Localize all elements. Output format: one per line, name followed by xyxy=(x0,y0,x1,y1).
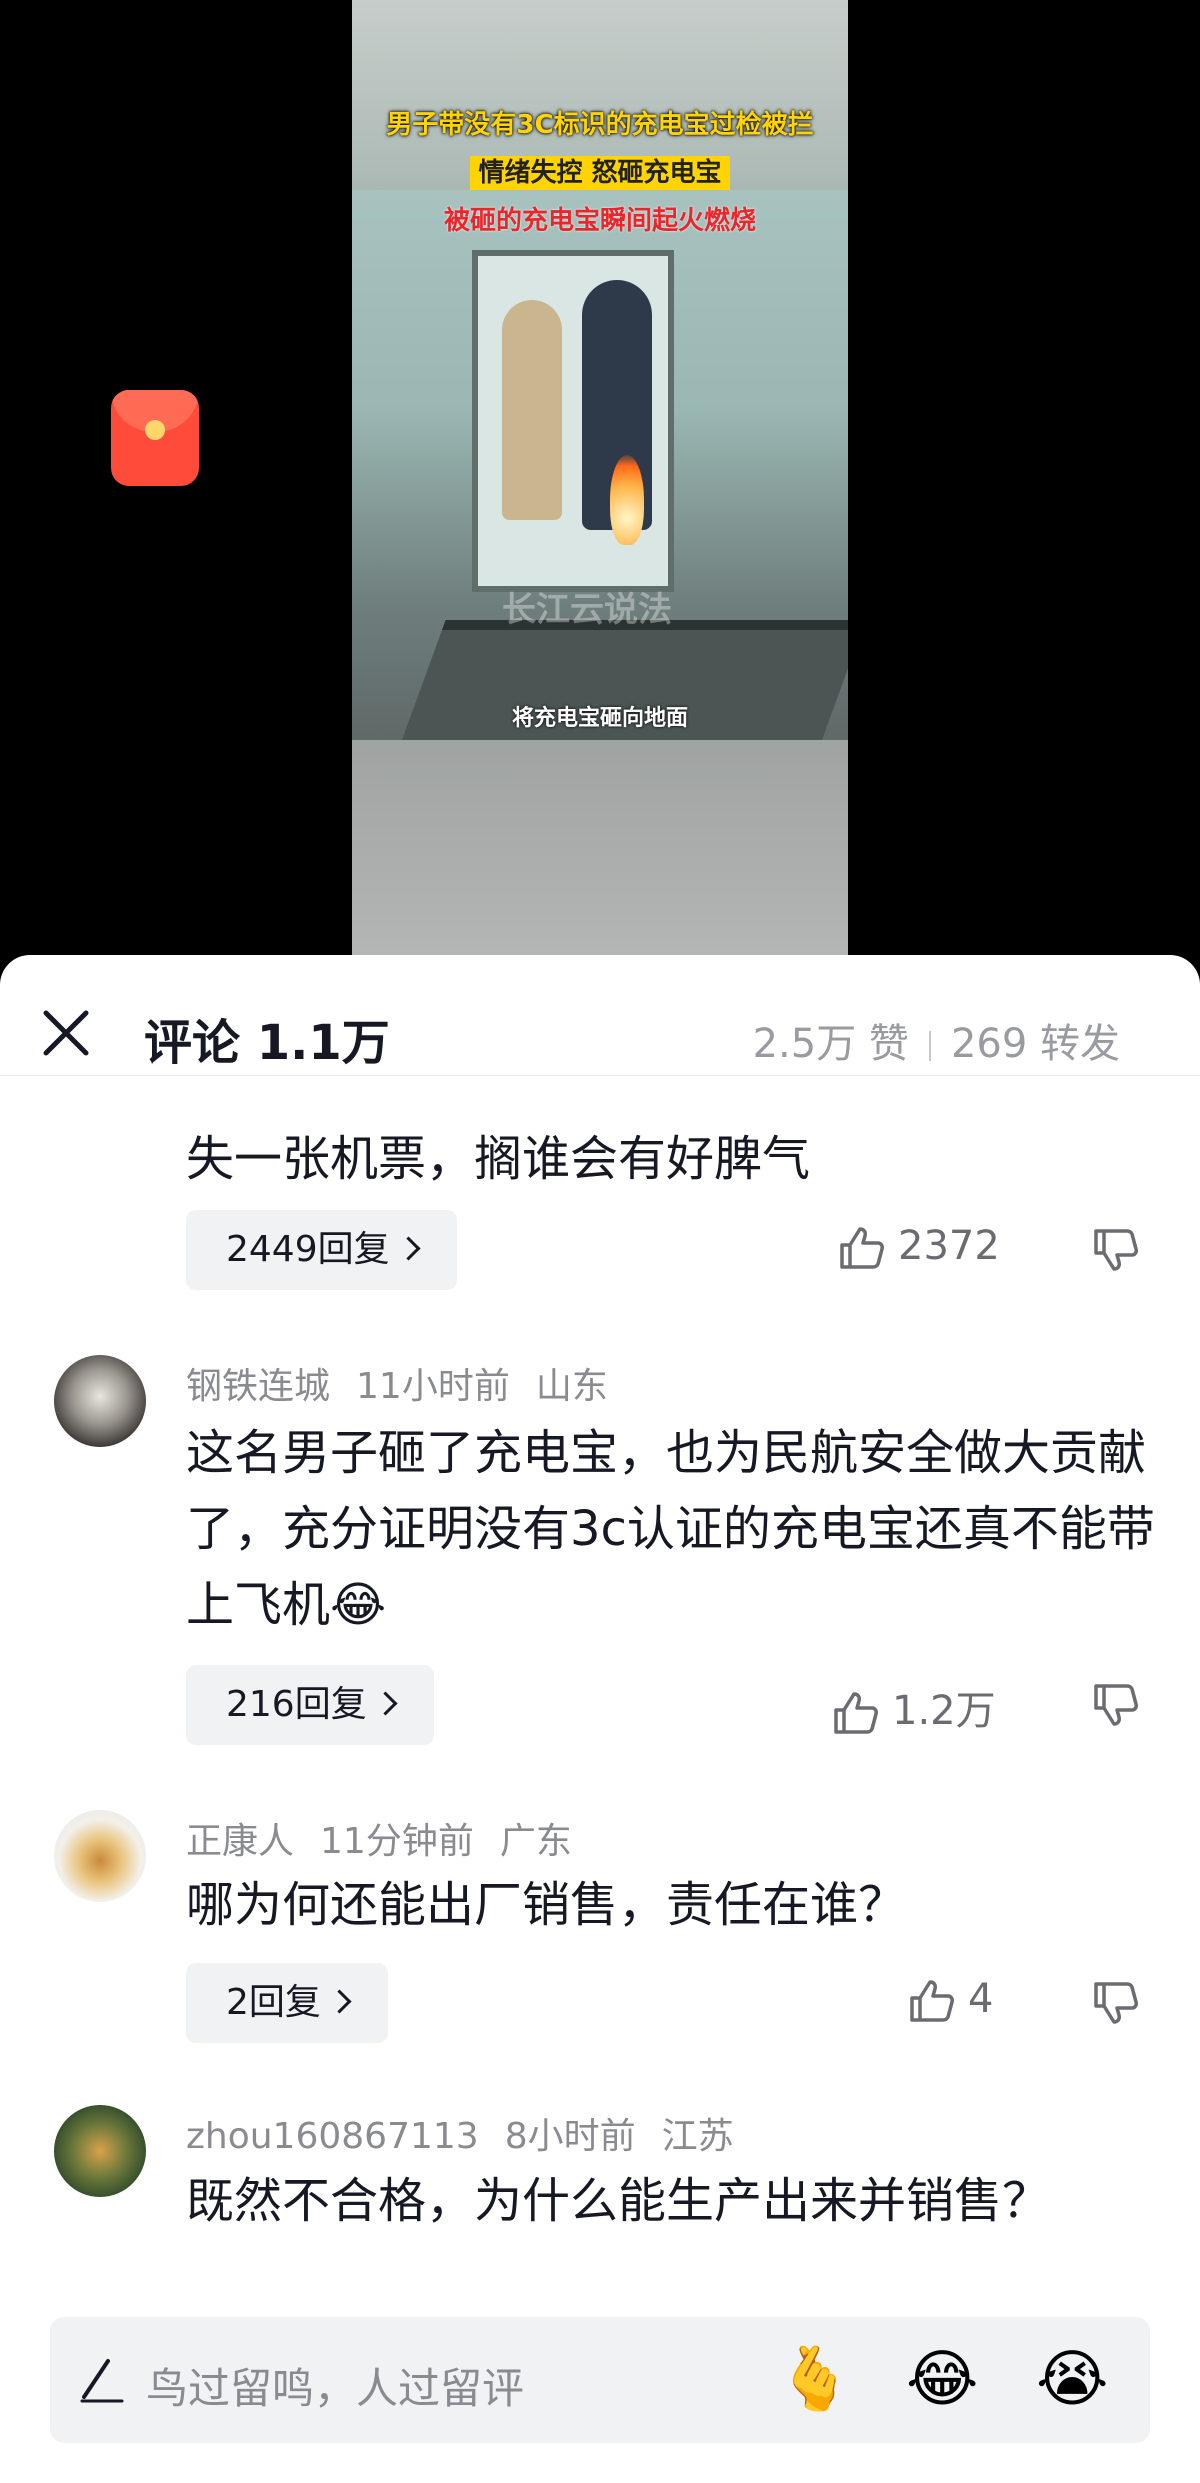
red-packet-coin xyxy=(145,420,165,440)
crying-emoji-icon[interactable]: 😭 xyxy=(1036,2343,1108,2415)
like-button[interactable]: 1.2万 xyxy=(830,1678,996,1738)
comment-text: 这名男子砸了充电宝，也为民航安全做大贡献了，充分证明没有3c认证的充电宝还真不能… xyxy=(186,1425,1155,1633)
video-caption-1: 男子带没有3C标识的充电宝过检被拦 xyxy=(386,110,814,140)
fire xyxy=(610,455,644,545)
video-player[interactable]: 男子带没有3C标识的充电宝过检被拦 情绪失控 怒砸充电宝 被砸的充电宝瞬间起火燃… xyxy=(0,0,1200,955)
reply-button[interactable]: 2449回复 xyxy=(186,1210,457,1290)
like-button[interactable]: 4 xyxy=(906,1976,993,2026)
avatar[interactable] xyxy=(54,1810,146,1902)
comment-header: 评论 1.1万 2.5万 赞 269 转发 xyxy=(0,955,1200,1076)
comment-location: 广东 xyxy=(499,1821,572,1862)
reply-label: 216回复 xyxy=(226,1684,367,1725)
finger-heart-emoji-icon[interactable]: 🫰 xyxy=(776,2343,853,2415)
avatar[interactable] xyxy=(54,2105,146,2197)
comment-text: 哪为何还能出厂销售，责任在谁？ xyxy=(186,1877,907,1933)
reply-label: 2回复 xyxy=(226,1982,321,2023)
comment-meta: zhou160867113 8小时前 江苏 xyxy=(186,2107,760,2159)
video-subtitle: 将充电宝砸向地面 xyxy=(511,706,688,731)
scene-person xyxy=(502,300,562,520)
username[interactable]: 钢铁连城 xyxy=(186,1366,330,1407)
chevron-right-icon xyxy=(373,1690,398,1716)
video-frame[interactable]: 男子带没有3C标识的充电宝过检被拦 情绪失控 怒砸充电宝 被砸的充电宝瞬间起火燃… xyxy=(352,0,848,955)
comment-sheet: 评论 1.1万 2.5万 赞 269 转发 失一张机票，搁谁会有好脾气 2449回… xyxy=(0,955,1200,2483)
red-packet-icon[interactable] xyxy=(111,390,199,486)
like-button[interactable]: 2372 xyxy=(836,1223,1000,1273)
comment-input-placeholder[interactable]: 鸟过留鸣，人过留评 xyxy=(146,2355,524,2416)
comment-meta: 钢铁连城 11小时前 山东 xyxy=(186,1357,634,1409)
username[interactable]: zhou160867113 xyxy=(186,2116,479,2157)
video-caption-2-text: 情绪失控 怒砸充电宝 xyxy=(470,156,730,190)
video-bottom xyxy=(352,740,848,955)
like-count: 2372 xyxy=(898,1223,1000,1269)
avatar[interactable] xyxy=(54,1355,146,1447)
video-watermark: 长江云说法 xyxy=(502,590,672,630)
username[interactable]: 正康人 xyxy=(186,1821,294,1862)
video-scene xyxy=(352,190,848,750)
close-icon[interactable] xyxy=(38,1005,94,1061)
comment-time: 8小时前 xyxy=(504,2116,636,2157)
like-count: 1.2万 xyxy=(892,1688,996,1734)
thumbs-up-icon xyxy=(840,1227,884,1269)
thumbs-up-icon xyxy=(834,1692,878,1734)
pen-icon xyxy=(80,2359,124,2403)
comment-input-bar[interactable]: 鸟过留鸣，人过留评 🫰 😂 😭 xyxy=(50,2317,1150,2443)
reply-label: 2449回复 xyxy=(226,1229,390,1270)
comment-time: 11分钟前 xyxy=(320,1821,474,1862)
stats-divider xyxy=(928,1031,931,1061)
comment-location: 江苏 xyxy=(661,2116,734,2157)
comment-text: 失一张机票，搁谁会有好脾气 xyxy=(186,1131,811,1187)
chevron-right-icon xyxy=(396,1235,421,1261)
reply-button[interactable]: 2回复 xyxy=(186,1963,388,2043)
video-caption-3: 被砸的充电宝瞬间起火燃烧 xyxy=(443,206,756,236)
thumbs-down-icon[interactable] xyxy=(1090,1978,1140,2028)
comment-time: 11小时前 xyxy=(356,1366,510,1407)
like-count: 4 xyxy=(968,1976,994,2022)
video-caption-2: 情绪失控 怒砸充电宝 xyxy=(352,152,848,190)
thumbs-down-icon[interactable] xyxy=(1090,1680,1140,1730)
laughing-emoji-icon[interactable]: 😂 xyxy=(906,2343,978,2415)
shares-count: 269 转发 xyxy=(950,1021,1120,1067)
chevron-right-icon xyxy=(327,1988,352,2014)
comment-location: 山东 xyxy=(535,1366,608,1407)
likes-count: 2.5万 赞 xyxy=(752,1021,909,1067)
video-stats: 2.5万 赞 269 转发 xyxy=(753,1011,1120,1069)
reply-button[interactable]: 216回复 xyxy=(186,1665,434,1745)
comment-text: 既然不合格，为什么能生产出来并销售？ xyxy=(186,2173,1051,2229)
thumbs-up-icon xyxy=(910,1980,954,2022)
comment-count-title: 评论 1.1万 xyxy=(144,1015,390,1071)
comment-meta: 正康人 11分钟前 广东 xyxy=(186,1812,598,1864)
thumbs-down-icon[interactable] xyxy=(1090,1225,1140,1275)
